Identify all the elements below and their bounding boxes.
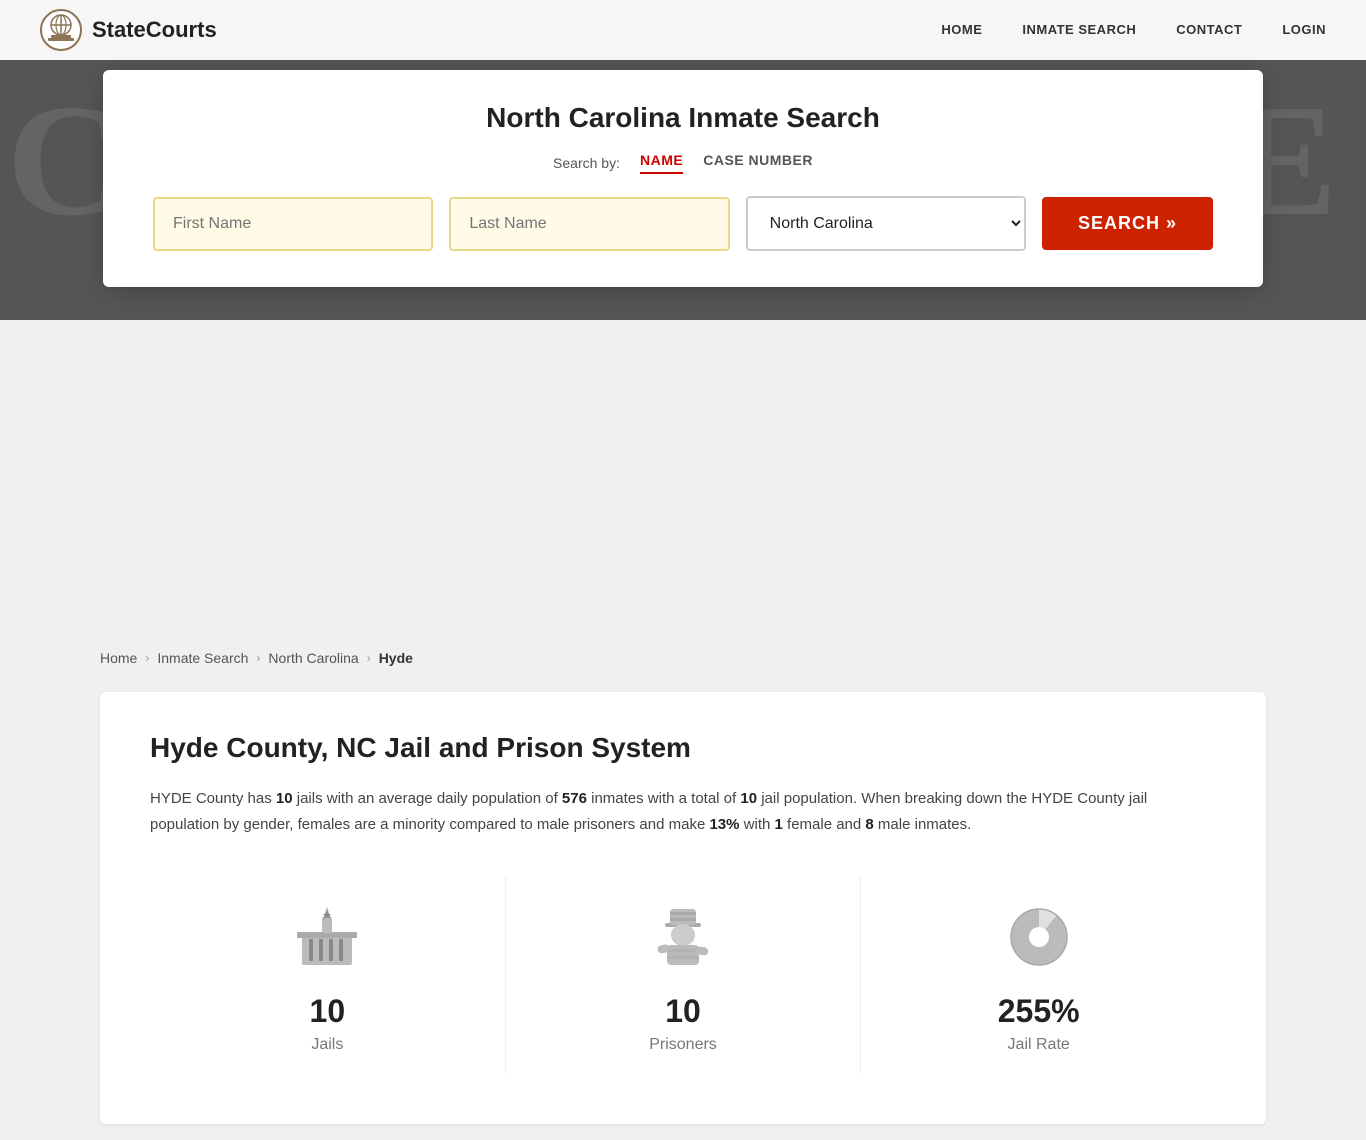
county-description: HYDE County has 10 jails with an average… [150, 786, 1216, 837]
desc-female-count: 1 [775, 816, 783, 833]
breadcrumb-sep-3: › [367, 651, 371, 665]
breadcrumb-inmate-search[interactable]: Inmate Search [157, 650, 248, 666]
desc-jails: 10 [276, 790, 293, 807]
desc-male-count: 8 [865, 816, 873, 833]
desc-mid2: inmates with a total of [587, 790, 740, 807]
first-name-input[interactable] [153, 197, 433, 251]
breadcrumb-home[interactable]: Home [100, 650, 137, 666]
nav-inmate-search[interactable]: INMATE SEARCH [1022, 22, 1136, 37]
desc-mid4: with [740, 816, 775, 833]
breadcrumb-county: Hyde [379, 650, 413, 666]
desc-mid5: female and [783, 816, 866, 833]
search-inputs-row: North Carolina Alabama Alaska California… [153, 196, 1213, 251]
desc-end: male inmates. [874, 816, 972, 833]
search-by-row: Search by: NAME CASE NUMBER [153, 152, 1213, 174]
stat-jails-number: 10 [310, 993, 346, 1030]
stat-jail-rate: 255% Jail Rate [861, 877, 1216, 1074]
nav-contact[interactable]: CONTACT [1176, 22, 1242, 37]
stat-jails: 10 Jails [150, 877, 506, 1074]
last-name-input[interactable] [449, 197, 729, 251]
logo-icon [40, 9, 82, 51]
breadcrumb-sep-2: › [256, 651, 260, 665]
desc-total-pop: 10 [740, 790, 757, 807]
breadcrumb: Home › Inmate Search › North Carolina › … [0, 640, 1366, 676]
search-card: North Carolina Inmate Search Search by: … [103, 70, 1263, 287]
prisoner-icon [643, 897, 723, 977]
desc-female-pct: 13% [709, 816, 739, 833]
logo-text: StateCourts [92, 17, 217, 43]
search-by-label: Search by: [553, 155, 620, 171]
breadcrumb-sep-1: › [145, 651, 149, 665]
chart-icon [999, 897, 1079, 977]
stat-jail-rate-label: Jail Rate [1008, 1036, 1070, 1054]
desc-mid1: jails with an average daily population o… [293, 790, 562, 807]
jail-icon [287, 897, 367, 977]
stat-jail-rate-number: 255% [998, 993, 1080, 1030]
nav-home[interactable]: HOME [941, 22, 982, 37]
stat-jails-label: Jails [311, 1036, 343, 1054]
header: COURTHOUSE StateCourts HOME INMATE SEARC… [0, 0, 1366, 320]
nav-links: HOME INMATE SEARCH CONTACT LOGIN [941, 21, 1326, 39]
stat-prisoners: 10 Prisoners [506, 877, 862, 1074]
breadcrumb-state[interactable]: North Carolina [268, 650, 358, 666]
top-navigation: StateCourts HOME INMATE SEARCH CONTACT L… [0, 0, 1366, 60]
state-select[interactable]: North Carolina Alabama Alaska California… [746, 196, 1026, 251]
tab-name[interactable]: NAME [640, 152, 683, 174]
stats-row: 10 Jails [150, 877, 1216, 1074]
desc-avg-pop: 576 [562, 790, 587, 807]
search-card-title: North Carolina Inmate Search [153, 102, 1213, 134]
county-title: Hyde County, NC Jail and Prison System [150, 732, 1216, 764]
logo-link[interactable]: StateCourts [40, 9, 217, 51]
search-button[interactable]: SEARCH » [1042, 197, 1213, 250]
tab-case-number[interactable]: CASE NUMBER [703, 152, 813, 174]
stat-prisoners-number: 10 [665, 993, 701, 1030]
desc-intro: HYDE County has [150, 790, 276, 807]
nav-login[interactable]: LOGIN [1282, 22, 1326, 37]
stat-prisoners-label: Prisoners [649, 1036, 717, 1054]
main-content: Hyde County, NC Jail and Prison System H… [100, 692, 1266, 1124]
